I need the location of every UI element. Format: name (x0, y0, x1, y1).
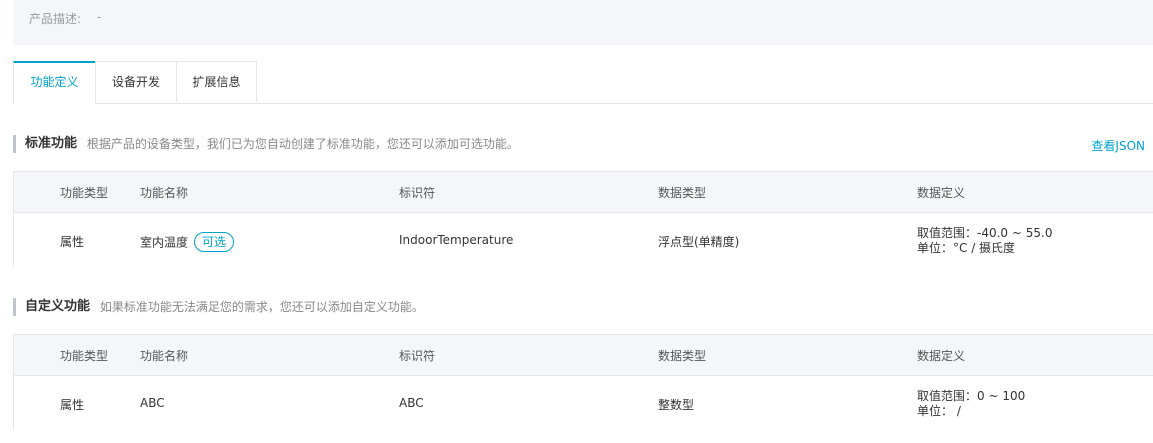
function-name: 室内温度 (140, 235, 189, 250)
cell-type: 属性 (60, 235, 85, 249)
cell-name: ABC (140, 396, 165, 410)
column-header-identifier: 标识符 (399, 186, 436, 200)
cell-data-type: 浮点型(单精度) (658, 235, 740, 249)
column-header-data-type: 数据类型 (658, 186, 707, 200)
cell-identifier: IndoorTemperature (399, 233, 514, 247)
cell-data-definition: 取值范围：0 ~ 100 单位： / (917, 389, 1025, 419)
table-row: 属性 ABC ABC 整数型 取值范围：0 ~ 100 单位： / (14, 376, 1153, 430)
column-header-name: 功能名称 (140, 186, 189, 200)
optional-badge: 可选 (194, 232, 235, 252)
custom-functions-table: 功能类型 功能名称 标识符 数据类型 数据定义 属性 ABC ABC 整数型 取… (13, 334, 1153, 430)
column-header-name: 功能名称 (140, 349, 189, 363)
standard-section-title: 标准功能 (25, 136, 78, 151)
definition-unit: 单位：°C / 摄氏度 (917, 241, 1016, 255)
column-header-data-type: 数据类型 (658, 349, 707, 363)
table-row: 属性 室内温度 可选 IndoorTemperature 浮点型(单精度) 取值范… (14, 213, 1153, 267)
standard-section-header: 标准功能 根据产品的设备类型，我们已为您自动创建了标准功能，您还可以添加可选功能… (13, 135, 519, 153)
standard-functions-table: 功能类型 功能名称 标识符 数据类型 数据定义 属性 室内温度 可选 Indoor… (13, 171, 1153, 267)
standard-section-hint: 根据产品的设备类型，我们已为您自动创建了标准功能，您还可以添加可选功能。 (86, 137, 519, 151)
column-header-identifier: 标识符 (399, 349, 436, 363)
custom-section-hint: 如果标准功能无法满足您的需求，您还可以添加自定义功能。 (99, 300, 424, 314)
custom-section-title: 自定义功能 (25, 299, 91, 314)
tab-extended-info[interactable]: 扩展信息 (176, 61, 257, 102)
column-header-data-definition: 数据定义 (917, 349, 966, 363)
column-header-type: 功能类型 (60, 186, 109, 200)
product-description-panel: 产品描述: - (13, 0, 1153, 45)
view-json-link[interactable]: 查看JSON (1091, 137, 1145, 154)
tab-function-definition[interactable]: 功能定义 (13, 61, 96, 104)
table-header: 功能类型 功能名称 标识符 数据类型 数据定义 (14, 335, 1153, 376)
cell-data-type: 整数型 (658, 398, 695, 412)
column-header-type: 功能类型 (60, 349, 109, 363)
cell-type: 属性 (60, 398, 85, 412)
definition-unit: 单位： / (917, 404, 961, 418)
tab-device-development[interactable]: 设备开发 (95, 61, 177, 102)
definition-range: 取值范围：-40.0 ~ 55.0 (917, 226, 1053, 240)
table-header: 功能类型 功能名称 标识符 数据类型 数据定义 (14, 172, 1153, 213)
column-header-data-definition: 数据定义 (917, 186, 966, 200)
cell-data-definition: 取值范围：-40.0 ~ 55.0 单位：°C / 摄氏度 (917, 226, 1052, 256)
definition-range: 取值范围：0 ~ 100 (917, 389, 1026, 403)
product-description-label: 产品描述: (29, 12, 82, 26)
cell-identifier: ABC (399, 396, 424, 410)
tab-bar: 功能定义 设备开发 扩展信息 (13, 61, 1153, 104)
custom-section-header: 自定义功能 如果标准功能无法满足您的需求，您还可以添加自定义功能。 (13, 298, 424, 316)
cell-name: 室内温度 可选 (140, 232, 235, 253)
product-description-value: - (97, 10, 102, 24)
